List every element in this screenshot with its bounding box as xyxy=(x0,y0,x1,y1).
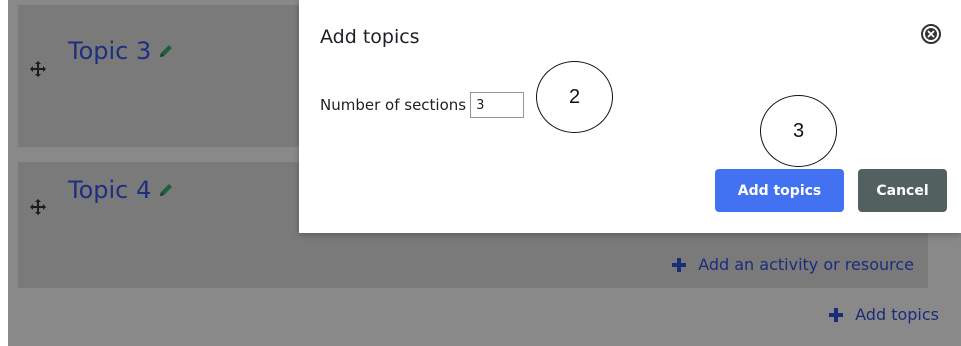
number-of-sections-input[interactable] xyxy=(470,92,525,118)
add-activity-link[interactable]: Add an activity or resource xyxy=(672,255,914,274)
section-title[interactable]: Topic 4 xyxy=(68,176,175,204)
plus-icon xyxy=(672,257,687,272)
move-icon[interactable] xyxy=(30,199,46,215)
annotation-callout-step-2: 2 xyxy=(536,61,613,133)
add-topics-link-label[interactable]: Add topics xyxy=(855,305,939,324)
move-icon[interactable] xyxy=(30,61,46,77)
number-of-sections-row: Number of sections xyxy=(320,92,525,118)
plus-icon xyxy=(829,307,844,322)
pencil-icon[interactable] xyxy=(157,42,175,60)
add-topics-link[interactable]: Add topics xyxy=(829,305,939,324)
cancel-button[interactable]: Cancel xyxy=(858,169,947,212)
add-topics-dialog: Add topics Number of sections Add topics… xyxy=(299,0,961,233)
annotation-callout-step-3: 3 xyxy=(760,95,837,167)
section-title[interactable]: Topic 3 xyxy=(68,37,175,65)
close-icon[interactable] xyxy=(921,24,941,44)
add-activity-label[interactable]: Add an activity or resource xyxy=(698,255,914,274)
dialog-title: Add topics xyxy=(320,26,420,48)
section-title-text[interactable]: Topic 4 xyxy=(68,176,151,204)
pencil-icon[interactable] xyxy=(157,181,175,199)
section-title-text[interactable]: Topic 3 xyxy=(68,37,151,65)
number-of-sections-label: Number of sections xyxy=(320,96,467,114)
add-topics-button[interactable]: Add topics xyxy=(715,169,844,212)
